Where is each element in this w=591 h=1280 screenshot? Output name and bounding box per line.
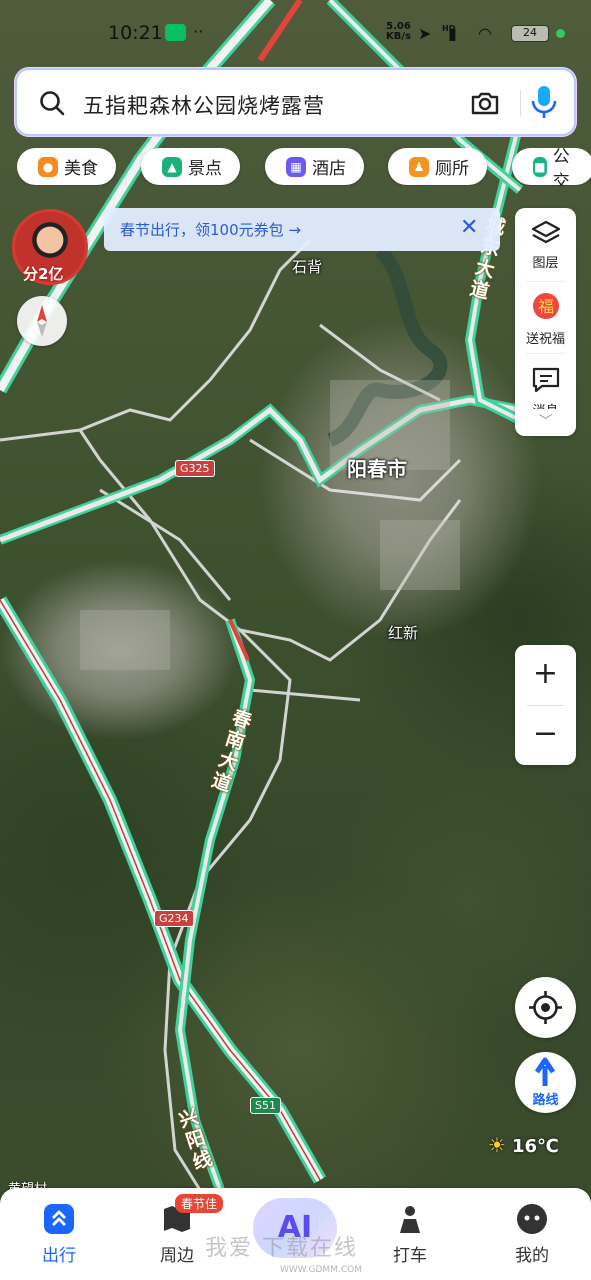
chip-label: 厕所 bbox=[435, 159, 469, 179]
search-icon bbox=[40, 91, 65, 116]
network-speed: 5.06 KB/s bbox=[386, 21, 411, 42]
search-bar[interactable]: 五指耙森林公园烧烤露营 bbox=[15, 68, 576, 136]
town-label-hongxin: 红新 bbox=[388, 624, 419, 642]
chip-label: 酒店 bbox=[312, 159, 346, 179]
nav-item-mine[interactable]: 我的 bbox=[487, 1202, 577, 1266]
wechat-icon bbox=[165, 24, 186, 41]
category-chips: ● 美食 ▲ 景点 ▦ 酒店 ♟ 厕所 ■ 公交 bbox=[17, 148, 591, 186]
satellite-map[interactable]: 石背 阳春市 红新 城东大道 春南大道 兴阳线 G325 G234 S51 黄望… bbox=[0, 0, 591, 1280]
travel-icon bbox=[42, 1202, 76, 1236]
locate-icon bbox=[529, 991, 562, 1024]
status-bar: 10:21 ·· 5.06 KB/s ➤ HD ▮ ◠ 24 bbox=[0, 0, 591, 68]
status-time: 10:21 bbox=[108, 22, 163, 44]
chip-hotel[interactable]: ▦ 酒店 bbox=[265, 148, 364, 185]
nav-label: 出行 bbox=[42, 1246, 76, 1266]
watermark-url: WWW.GDMM.COM bbox=[280, 1265, 362, 1275]
more-notifications-icon: ·· bbox=[193, 22, 204, 41]
layers-button[interactable]: 图层 bbox=[515, 220, 576, 271]
highway-shield-g325: G325 bbox=[175, 460, 215, 477]
fu-blessing-icon: 福 bbox=[532, 293, 559, 319]
blessing-button[interactable]: 福 送祝福 bbox=[515, 290, 576, 347]
highway-shield-s51: S51 bbox=[250, 1097, 281, 1114]
hotel-icon: ▦ bbox=[286, 156, 306, 177]
town-label-shibei: 石背 bbox=[292, 258, 323, 276]
food-icon: ● bbox=[38, 156, 58, 177]
nearby-badge: 春节佳 bbox=[175, 1194, 224, 1213]
search-divider bbox=[520, 90, 521, 116]
charging-dot bbox=[556, 29, 565, 38]
avatar-badge: 分2亿 bbox=[23, 265, 64, 283]
zoom-out-button[interactable]: − bbox=[515, 705, 576, 765]
chip-bus[interactable]: ■ 公交 bbox=[512, 148, 591, 186]
city-label-yangchun: 阳春市 bbox=[347, 457, 407, 481]
taxi-icon bbox=[393, 1202, 427, 1236]
chevron-down-icon[interactable]: ﹀ bbox=[515, 409, 576, 436]
microphone-icon[interactable] bbox=[529, 84, 559, 120]
location-arrow-icon: ➤ bbox=[418, 24, 432, 43]
map-tool-panel: 图层 福 送祝福 消息 ﹀ bbox=[515, 208, 576, 436]
tool-divider bbox=[525, 353, 566, 354]
bus-icon: ■ bbox=[533, 156, 547, 177]
route-button[interactable]: 路线 bbox=[515, 1052, 576, 1113]
scenic-icon: ▲ bbox=[162, 156, 182, 177]
weather-temp: 16℃ bbox=[511, 1136, 559, 1157]
wifi-icon: ◠ bbox=[478, 24, 492, 43]
nav-label: 我的 bbox=[515, 1246, 549, 1266]
search-input[interactable]: 五指耙森林公园烧烤露营 bbox=[83, 90, 325, 120]
tool-divider bbox=[525, 281, 566, 282]
signal-icon: ▮ bbox=[448, 24, 457, 43]
blessing-label: 送祝福 bbox=[525, 332, 565, 347]
layers-icon bbox=[531, 220, 560, 244]
chip-toilet[interactable]: ♟ 厕所 bbox=[388, 148, 487, 185]
weather-widget[interactable]: ☀ 16℃ bbox=[488, 1133, 559, 1157]
message-icon bbox=[532, 367, 559, 393]
chip-label: 公交 bbox=[552, 148, 570, 186]
zoom-control: + − bbox=[515, 645, 576, 765]
chip-scenic[interactable]: ▲ 景点 bbox=[141, 148, 240, 185]
promo-banner[interactable]: 春节出行，领100元券包 → ✕ bbox=[104, 208, 500, 251]
sun-icon: ☀ bbox=[488, 1133, 506, 1157]
chip-label: 美食 bbox=[64, 159, 98, 179]
layers-label: 图层 bbox=[532, 256, 559, 271]
nav-label: 打车 bbox=[393, 1246, 427, 1266]
highway-shield-g234: G234 bbox=[154, 910, 194, 927]
battery-indicator: 24 bbox=[511, 25, 549, 42]
locate-button[interactable] bbox=[515, 977, 576, 1038]
zoom-in-button[interactable]: + bbox=[515, 645, 576, 705]
promo-text[interactable]: 春节出行，领100元券包 → bbox=[120, 219, 301, 240]
profile-icon bbox=[515, 1202, 549, 1236]
nav-item-taxi[interactable]: 打车 bbox=[365, 1202, 455, 1266]
map-roads bbox=[0, 0, 525, 1192]
nav-item-travel[interactable]: 出行 bbox=[14, 1202, 104, 1266]
chip-food[interactable]: ● 美食 bbox=[17, 148, 116, 185]
toilet-icon: ♟ bbox=[409, 156, 429, 177]
close-icon[interactable]: ✕ bbox=[460, 215, 478, 240]
camera-icon[interactable] bbox=[469, 87, 501, 119]
svg-text:福: 福 bbox=[537, 297, 553, 316]
compass-button[interactable] bbox=[17, 296, 67, 346]
chip-label: 景点 bbox=[188, 159, 222, 179]
watermark: 我爱 下载在线 bbox=[205, 1236, 358, 1261]
compass-icon bbox=[37, 305, 47, 337]
route-arrow-icon bbox=[534, 1057, 556, 1086]
route-label: 路线 bbox=[532, 1093, 559, 1108]
